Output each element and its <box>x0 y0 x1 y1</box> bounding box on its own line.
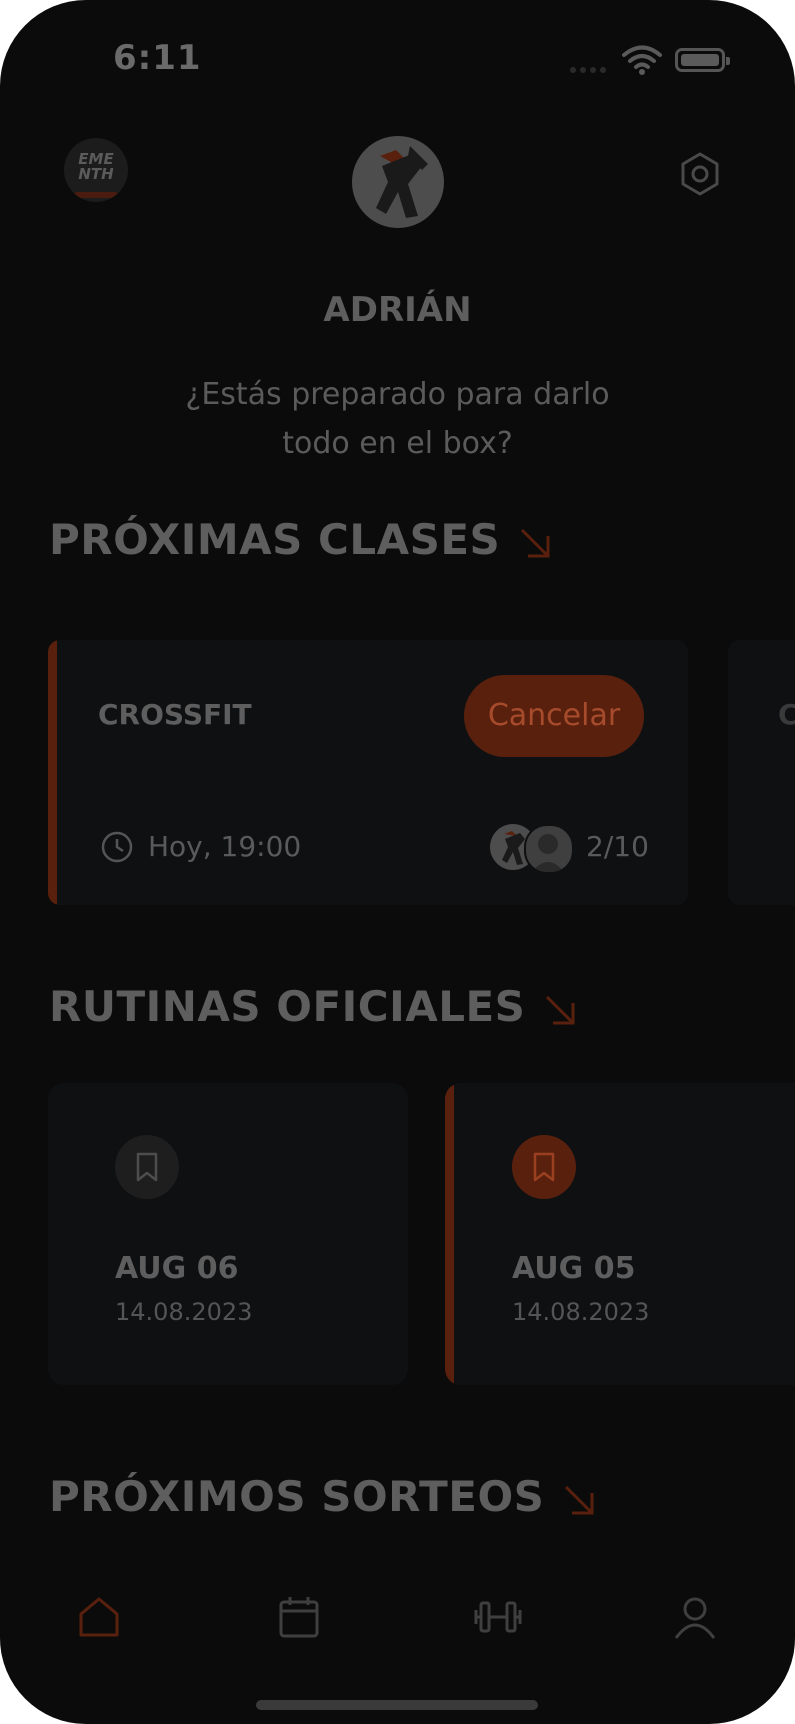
wifi-icon <box>622 45 662 75</box>
accent-stripe <box>445 1083 454 1385</box>
brand-logo[interactable]: EME NTH <box>64 138 128 202</box>
accent-stripe <box>48 640 57 905</box>
class-name-peek: C <box>778 698 795 731</box>
username: ADRIÁN <box>323 290 472 330</box>
class-name: CROSSFIT <box>98 698 252 731</box>
routine-card[interactable]: AUG 05 14.08.2023 <box>445 1083 795 1385</box>
section-official-routines[interactable]: RUTINAS OFICIALES <box>49 982 577 1031</box>
class-card-next[interactable]: C <box>728 640 795 905</box>
athlete-avatar-icon <box>376 146 428 218</box>
home-indicator[interactable] <box>256 1700 538 1710</box>
routine-date: 14.08.2023 <box>115 1298 253 1326</box>
dumbbell-icon[interactable] <box>472 1594 524 1640</box>
bookmark-button[interactable] <box>512 1135 576 1199</box>
brand-logo-text: EME NTH <box>78 150 114 183</box>
arrow-down-right-icon <box>546 995 575 1024</box>
section-upcoming-draws[interactable]: PRÓXIMOS SORTEOS <box>49 1472 596 1521</box>
attendee-avatar <box>524 824 574 874</box>
bookmark-icon <box>136 1152 158 1182</box>
user-icon[interactable] <box>672 1594 718 1640</box>
home-icon[interactable] <box>76 1594 122 1640</box>
section-upcoming-classes-label: PRÓXIMAS CLASES <box>49 515 501 564</box>
profile-avatar[interactable] <box>352 136 444 228</box>
section-upcoming-classes[interactable]: PRÓXIMAS CLASES <box>49 515 552 564</box>
class-time: Hoy, 19:00 <box>148 830 302 863</box>
attendance-count: 2/10 <box>586 830 649 863</box>
bookmark-button[interactable] <box>115 1135 179 1199</box>
routine-title: AUG 05 <box>512 1251 636 1286</box>
phone-screen: 6:11 EME NTH ADRIÁN ¿Estás preparado par… <box>0 0 795 1724</box>
bookmark-icon <box>533 1152 555 1182</box>
section-official-routines-label: RUTINAS OFICIALES <box>49 982 526 1031</box>
arrow-down-right-icon <box>565 1485 594 1514</box>
calendar-icon[interactable] <box>276 1594 322 1640</box>
section-upcoming-draws-label: PRÓXIMOS SORTEOS <box>49 1472 545 1521</box>
battery-icon <box>675 48 730 72</box>
clock-icon <box>101 831 133 863</box>
routine-card[interactable]: AUG 06 14.08.2023 <box>48 1083 408 1385</box>
settings-icon[interactable] <box>676 150 724 198</box>
routine-title: AUG 06 <box>115 1251 239 1286</box>
arrow-down-right-icon <box>521 528 550 557</box>
cellular-signal-icon <box>570 58 610 77</box>
cancel-button[interactable]: Cancelar <box>464 675 644 757</box>
routine-date: 14.08.2023 <box>512 1298 650 1326</box>
status-time: 6:11 <box>113 38 202 78</box>
class-card[interactable]: CROSSFIT Cancelar Hoy, 19:00 2/10 <box>48 640 688 905</box>
greeting-text: ¿Estás preparado para darlo todo en el b… <box>185 377 610 461</box>
